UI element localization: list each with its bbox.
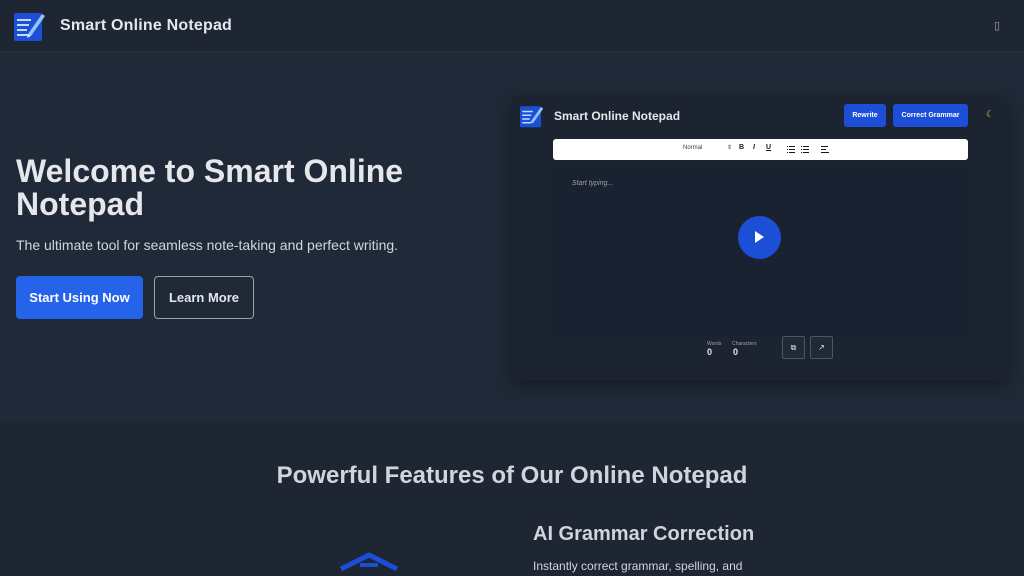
bullet-list-icon[interactable] — [801, 145, 809, 153]
site-title[interactable]: Smart Online Notepad — [60, 17, 232, 35]
words-count: 0 — [707, 347, 713, 357]
copy-icon: ⧉ — [790, 343, 797, 352]
grammar-feature-icon — [339, 552, 399, 572]
rewrite-button[interactable]: Rewrite — [844, 104, 886, 127]
play-video-button[interactable] — [738, 216, 781, 259]
feature-text: Instantly correct grammar, spelling, and — [533, 559, 743, 573]
share-button[interactable]: ↗ — [810, 336, 833, 359]
share-icon: ↗ — [818, 343, 825, 352]
bold-button[interactable]: B — [739, 144, 744, 151]
align-left-icon[interactable] — [821, 145, 829, 153]
app-preview: Smart Online Notepad Rewrite Correct Gra… — [512, 96, 1007, 380]
ordered-list-icon[interactable] — [787, 145, 795, 153]
learn-more-button[interactable]: Learn More — [154, 276, 254, 319]
editor-placeholder: Start typing... — [572, 180, 614, 187]
italic-button[interactable]: I — [753, 144, 755, 151]
hero-title: Welcome to Smart Online Notepad — [16, 153, 404, 222]
correct-grammar-button[interactable]: Correct Grammar — [893, 104, 968, 127]
dark-mode-moon-icon[interactable]: ☾ — [986, 109, 996, 121]
preview-title: Smart Online Notepad — [554, 109, 681, 123]
features-section: Powerful Features of Our Online Notepad … — [0, 422, 1024, 576]
copy-button[interactable]: ⧉ — [782, 336, 805, 359]
editor-toolbar: Normal ⇕ B I U — [553, 139, 968, 160]
chevron-updown-icon[interactable]: ⇕ — [727, 144, 732, 151]
play-icon — [755, 231, 764, 243]
characters-count: 0 — [733, 347, 739, 357]
format-select[interactable]: Normal — [683, 145, 702, 151]
notepad-logo-icon — [520, 106, 544, 128]
start-using-button[interactable]: Start Using Now — [16, 276, 143, 319]
editor-text-area[interactable]: Start typing... — [553, 166, 968, 336]
menu-icon[interactable]: ▯ — [992, 18, 1002, 34]
hero-subtitle: The ultimate tool for seamless note-taki… — [16, 237, 399, 253]
underline-button[interactable]: U — [766, 144, 771, 151]
navbar: Smart Online Notepad ▯ — [0, 0, 1024, 52]
feature-title: AI Grammar Correction — [533, 523, 755, 545]
features-title: Powerful Features of Our Online Notepad — [276, 462, 748, 489]
notepad-logo-icon[interactable] — [14, 10, 46, 42]
